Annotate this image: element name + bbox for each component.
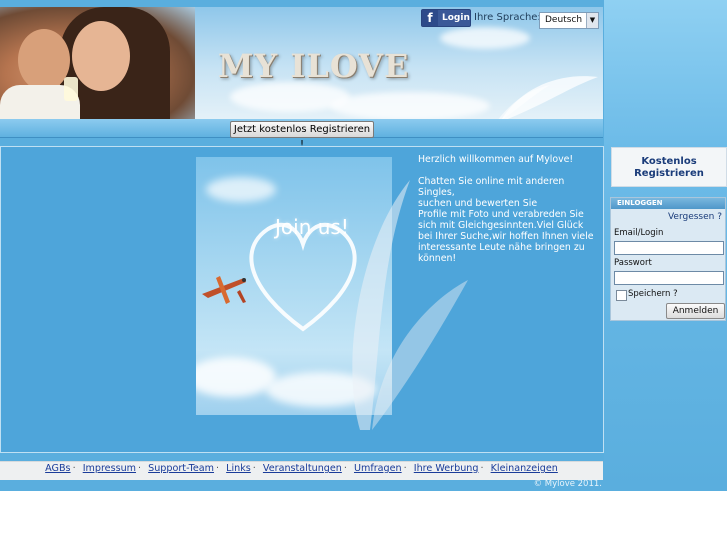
footer-link-kleinanzeigen[interactable]: Kleinanzeigen bbox=[491, 463, 558, 474]
email-label: Email/Login bbox=[614, 228, 664, 238]
welcome-line-3: Profile mit Foto und verabreden Sie sich… bbox=[418, 209, 594, 264]
language-select[interactable]: Deutsch ▼ bbox=[539, 12, 599, 29]
footer-link-links[interactable]: Links bbox=[226, 463, 251, 474]
login-box: EINLOGGEN Vergessen ? Email/Login Passwo… bbox=[610, 197, 726, 321]
welcome-title: Herzlich willkommen auf Mylove! bbox=[418, 154, 574, 165]
welcome-line-1: Chatten Sie online mit anderen Singles, bbox=[418, 176, 565, 198]
copyright-text: © Mylove 2011. bbox=[533, 479, 602, 489]
free-register-link[interactable]: Kostenlos Registrieren bbox=[611, 147, 727, 187]
password-field[interactable] bbox=[614, 271, 724, 285]
facebook-login-label: Login bbox=[442, 13, 470, 23]
facebook-login-button[interactable]: f Login bbox=[421, 9, 471, 27]
footer-link-support-team[interactable]: Support-Team bbox=[148, 463, 214, 474]
join-us-text: Join us! bbox=[275, 215, 349, 239]
remember-checkbox[interactable] bbox=[616, 290, 627, 301]
password-label: Passwort bbox=[614, 258, 652, 268]
site-logo[interactable]: MY ILOVE bbox=[218, 47, 409, 85]
facebook-icon: f bbox=[422, 10, 438, 26]
remember-label: Speichern ? bbox=[628, 289, 678, 299]
footer-link-werbung[interactable]: Ihre Werbung bbox=[414, 463, 479, 474]
footer-links: AGBs · Impressum · Support-Team · Links · Ve… bbox=[45, 463, 558, 474]
header-banner: MY ILOVE bbox=[0, 7, 603, 119]
login-header: EINLOGGEN bbox=[611, 198, 725, 209]
chevron-down-icon[interactable]: ▼ bbox=[586, 13, 598, 28]
footer-link-umfragen[interactable]: Umfragen bbox=[354, 463, 402, 474]
welcome-text: Herzlich willkommen auf Mylove! Chatten … bbox=[418, 154, 596, 264]
couple-photo bbox=[0, 7, 195, 119]
footer-link-impressum[interactable]: Impressum bbox=[83, 463, 136, 474]
language-label: Ihre Sprache: bbox=[474, 12, 541, 23]
footer-link-veranstaltungen[interactable]: Veranstaltungen bbox=[263, 463, 342, 474]
login-submit-button[interactable]: Anmelden bbox=[666, 303, 725, 319]
free-register-line-2: Registrieren bbox=[634, 168, 704, 179]
email-field[interactable] bbox=[614, 241, 724, 255]
leaf-decoration-icon bbox=[498, 76, 598, 119]
airplane-icon bbox=[202, 276, 246, 304]
welcome-line-2: suchen und bewerten Sie bbox=[418, 198, 538, 209]
register-button[interactable]: Jetzt kostenlos Registrieren ! bbox=[230, 121, 374, 150]
footer-link-agbs[interactable]: AGBs bbox=[45, 463, 70, 474]
free-register-line-1: Kostenlos bbox=[641, 156, 697, 167]
forgot-password-link[interactable]: Vergessen ? bbox=[668, 212, 722, 222]
language-selected-value: Deutsch bbox=[545, 15, 583, 25]
